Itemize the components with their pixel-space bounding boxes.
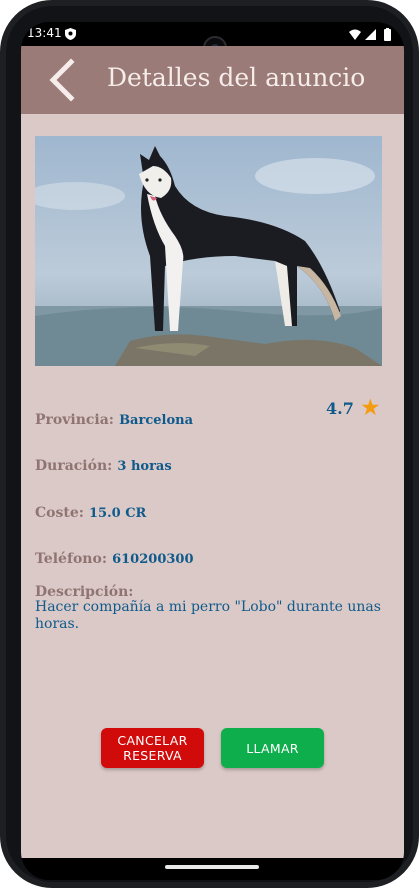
phone-value: 610200300 [112, 552, 194, 567]
phone-row: Teléfono: 610200300 [35, 548, 194, 567]
duration-label: Duración: [35, 458, 113, 474]
page-title: Detalles del anuncio [107, 63, 366, 92]
description-text: Hacer compañía a mi perro "Lobo" durante… [35, 599, 381, 632]
battery-icon [384, 28, 391, 41]
screen: 13:41 Detalles del anuncio Provincia: Ba… [21, 22, 404, 880]
shield-icon [65, 28, 76, 40]
app-bar: Detalles del anuncio [21, 46, 404, 114]
listing-details: Provincia: Barcelona 4.7 ★ Duración: 3 h… [21, 114, 404, 858]
cancel-reservation-button[interactable]: CANCELAR RESERVA [101, 728, 204, 768]
navigation-bar [21, 858, 404, 880]
cancel-reservation-label: CANCELAR RESERVA [117, 733, 188, 763]
call-button[interactable]: LLAMAR [221, 728, 324, 768]
duration-row: Duración: 3 horas [35, 455, 172, 474]
system-status-icons [349, 28, 391, 41]
description-label: Descripción: [35, 581, 133, 600]
province-value: Barcelona [119, 413, 193, 428]
province-row: Provincia: Barcelona [35, 409, 193, 428]
duration-value: 3 horas [117, 459, 172, 474]
cost-row: Coste: 15.0 CR [35, 502, 146, 521]
listing-photo [35, 136, 382, 366]
home-indicator[interactable] [165, 865, 259, 869]
phone-bezel: 13:41 Detalles del anuncio Provincia: Ba… [6, 6, 413, 882]
phone-frame: 13:41 Detalles del anuncio Provincia: Ba… [0, 0, 419, 888]
rating: 4.7 ★ [326, 395, 379, 419]
rating-value: 4.7 [326, 399, 354, 418]
star-icon: ★ [361, 395, 380, 419]
description-label-text: Descripción: [35, 584, 134, 600]
cost-label: Coste: [35, 505, 84, 521]
status-bar: 13:41 [21, 22, 404, 60]
province-label: Provincia: [35, 412, 114, 428]
call-button-label: LLAMAR [246, 740, 299, 756]
cost-value: 15.0 CR [89, 506, 147, 521]
phone-label: Teléfono: [35, 551, 107, 567]
signal-icon [365, 29, 376, 40]
chevron-left-icon[interactable] [41, 58, 85, 102]
wifi-icon [349, 29, 361, 40]
status-time: 13:41 [27, 26, 62, 40]
